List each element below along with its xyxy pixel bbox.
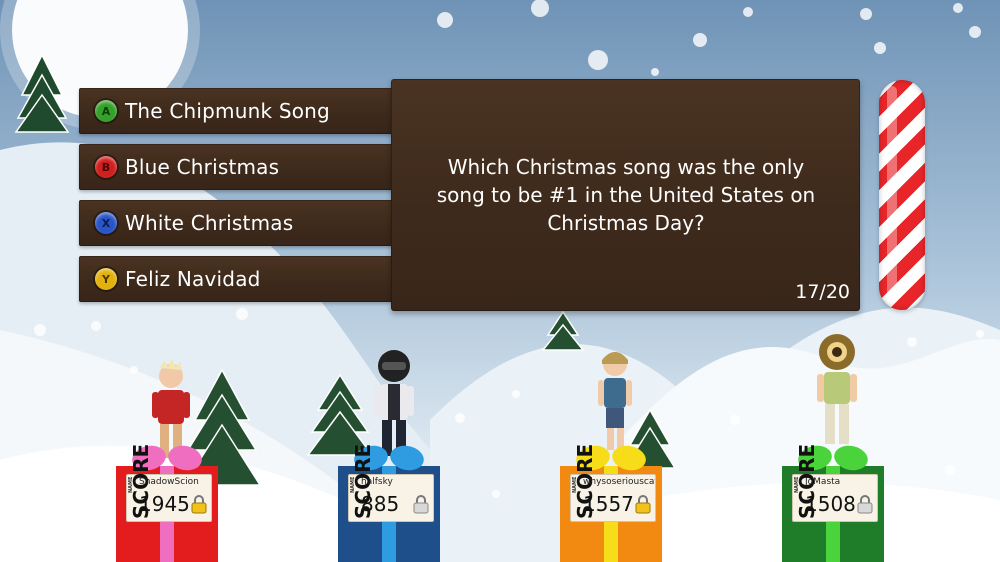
question-counter: 17/20 <box>795 281 850 303</box>
score-card: NAME SCORE JoMasta 1508 <box>792 444 878 522</box>
x-button-icon: X <box>95 212 117 234</box>
player-score: 1945 <box>139 492 190 516</box>
answer-label: White Christmas <box>125 211 294 235</box>
avatar-whysoseriouscat <box>598 352 632 450</box>
gamertag: halfsky <box>361 477 393 487</box>
answer-label: Feliz Navidad <box>125 267 261 291</box>
answer-option-y[interactable]: Y Feliz Navidad <box>79 256 409 302</box>
lock-icon <box>635 495 651 514</box>
player-score: 885 <box>361 492 400 516</box>
answer-label: Blue Christmas <box>125 155 280 179</box>
score-card: NAME SCORE ShadowScion 1945 <box>126 444 212 522</box>
player-score: 1508 <box>805 492 856 516</box>
player-gift-shadowscion: NAME SCORE ShadowScion 1945 <box>116 442 218 562</box>
player-gift-whysoseriouscat: NAME SCORE whysoseriouscat 1557 <box>560 442 662 562</box>
player-score: 1557 <box>583 492 634 516</box>
lock-icon <box>413 495 429 514</box>
answer-option-a[interactable]: A The Chipmunk Song <box>79 88 409 134</box>
score-card: NAME SCORE halfsky 885 <box>348 444 434 522</box>
lock-icon <box>857 495 873 514</box>
gamertag: whysoseriouscat <box>583 477 655 487</box>
score-card: NAME SCORE whysoseriouscat 1557 <box>570 444 656 522</box>
lock-icon <box>191 495 207 514</box>
candy-cane-timer <box>879 80 925 310</box>
gamertag: JoMasta <box>805 477 841 487</box>
question-board: Which Christmas song was the only song t… <box>391 79 860 311</box>
player-gift-jomasta: NAME SCORE JoMasta 1508 <box>782 442 884 562</box>
y-button-icon: Y <box>95 268 117 290</box>
avatar-jomasta <box>817 334 857 444</box>
a-button-icon: A <box>95 100 117 122</box>
b-button-icon: B <box>95 156 117 178</box>
question-text: Which Christmas song was the only song t… <box>436 155 816 235</box>
answer-label: The Chipmunk Song <box>125 99 330 123</box>
answer-option-x[interactable]: X White Christmas <box>79 200 409 246</box>
answer-option-b[interactable]: B Blue Christmas <box>79 144 409 190</box>
gamertag: ShadowScion <box>139 477 199 487</box>
player-gift-halfsky: NAME SCORE halfsky 885 <box>338 442 440 562</box>
